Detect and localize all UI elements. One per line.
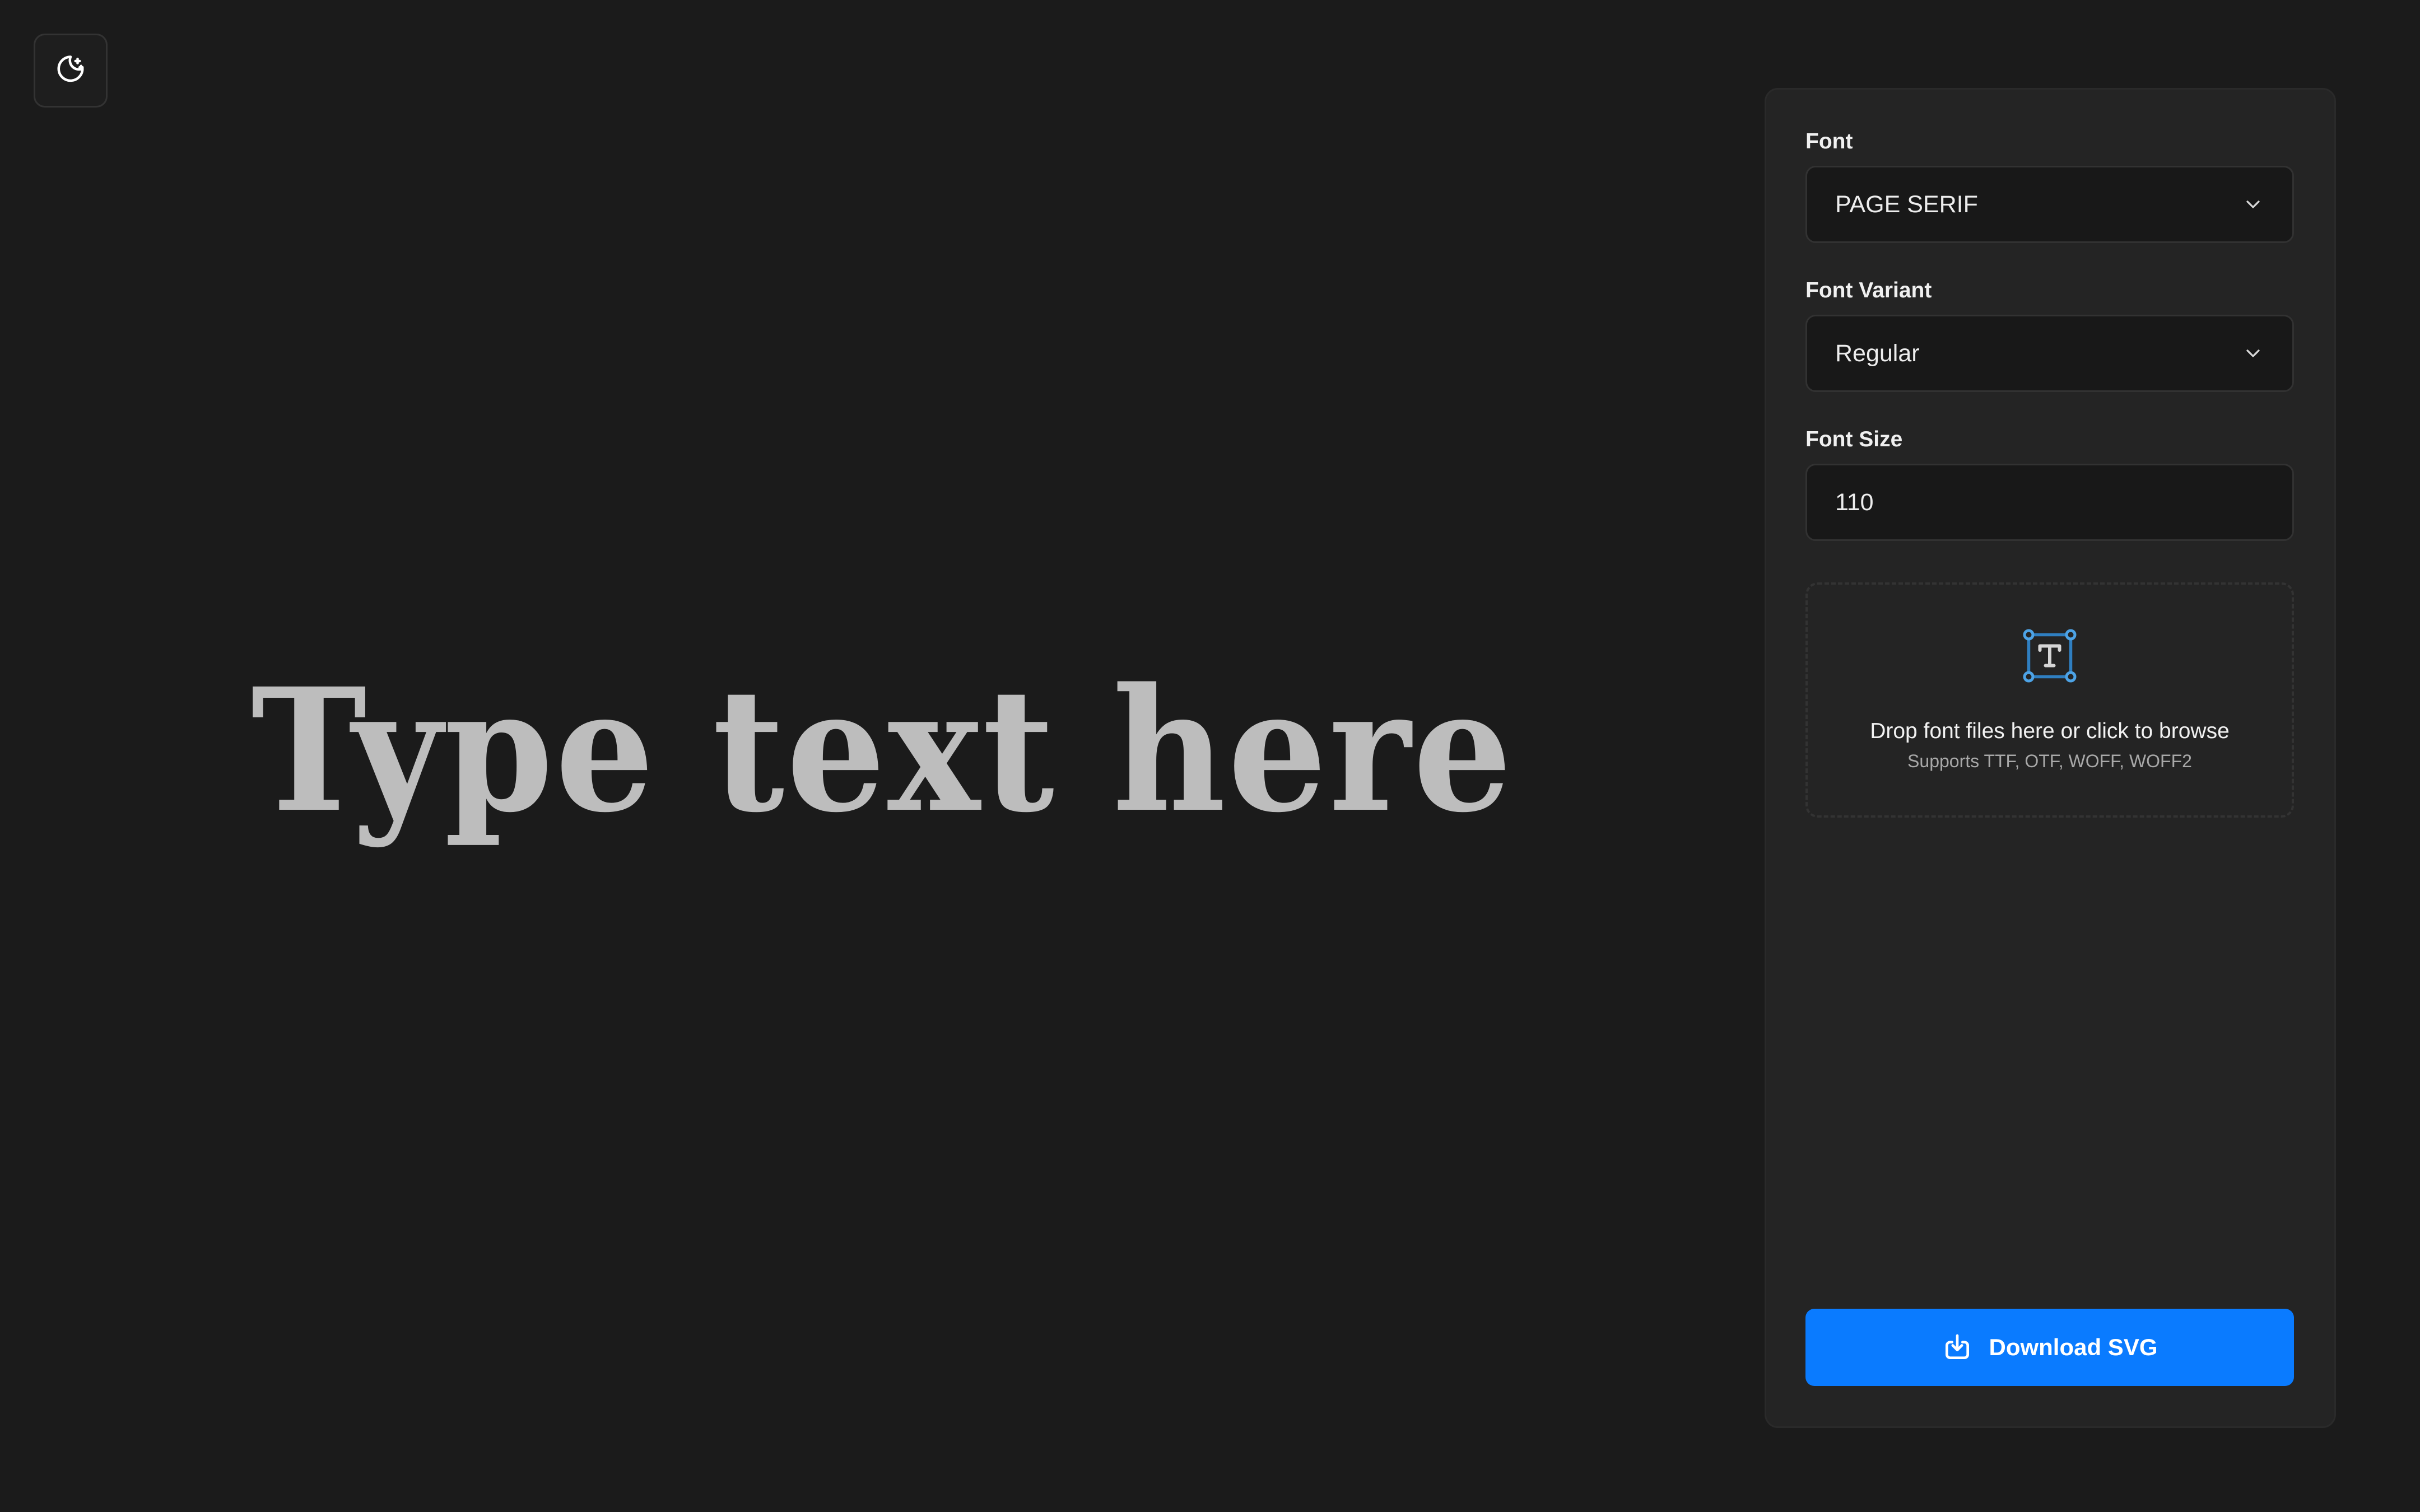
settings-panel: Font PAGE SERIF Font Variant Regular Fon… xyxy=(1765,88,2336,1428)
download-icon xyxy=(1942,1332,1973,1363)
chevron-down-icon xyxy=(2242,193,2264,216)
text-preview-area[interactable]: Type text here xyxy=(0,0,1765,1512)
font-variant-value: Regular xyxy=(1835,339,1920,367)
text-frame-icon xyxy=(2022,628,2078,684)
chevron-down-icon xyxy=(2242,342,2264,365)
font-select[interactable]: PAGE SERIF xyxy=(1805,166,2294,243)
font-dropzone[interactable]: Drop font files here or click to browse … xyxy=(1805,582,2294,818)
download-svg-button[interactable]: Download SVG xyxy=(1805,1309,2294,1386)
dropzone-title: Drop font files here or click to browse xyxy=(1870,719,2230,743)
font-select-value: PAGE SERIF xyxy=(1835,190,1978,218)
font-label: Font xyxy=(1805,129,1853,153)
font-size-label: Font Size xyxy=(1805,427,1903,451)
preview-text[interactable]: Type text here xyxy=(251,651,1514,850)
dropzone-subtitle: Supports TTF, OTF, WOFF, WOFF2 xyxy=(1907,751,2192,771)
font-size-input[interactable]: 110 xyxy=(1805,464,2294,541)
font-variant-label: Font Variant xyxy=(1805,278,1932,302)
font-variant-select[interactable]: Regular xyxy=(1805,315,2294,392)
font-size-value: 110 xyxy=(1835,488,1874,516)
download-button-label: Download SVG xyxy=(1989,1334,2158,1360)
